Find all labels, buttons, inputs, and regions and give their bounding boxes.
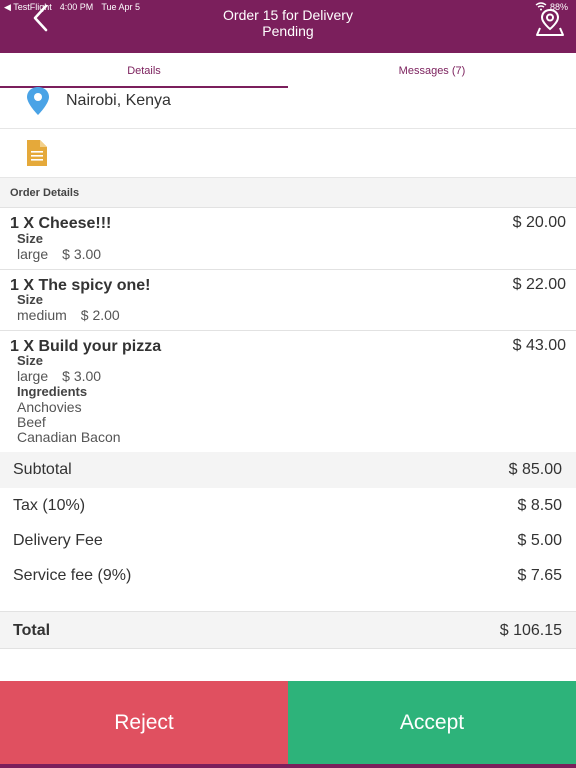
location-row[interactable]: Nairobi, Kenya (0, 87, 576, 129)
subtotal-value: $ 85.00 (508, 461, 562, 478)
service-fee-row: Service fee (9%) $ 7.65 (0, 558, 576, 594)
option-value-name: large (17, 246, 49, 262)
option-label: Size (17, 292, 44, 307)
option-value-name: large (17, 368, 49, 384)
option-value-price: $ 2.00 (80, 307, 120, 323)
order-details-header: Order Details (0, 178, 576, 208)
notes-row[interactable] (0, 129, 576, 178)
tax-label: Tax (10%) (13, 497, 86, 514)
document-icon (27, 140, 47, 166)
subtotal-label: Subtotal (13, 461, 72, 478)
total-label: Total (13, 622, 51, 639)
location-text: Nairobi, Kenya (66, 92, 171, 109)
location-pin-icon (27, 87, 49, 115)
accept-button[interactable]: Accept (288, 681, 576, 764)
title-line-2: Pending (262, 23, 314, 39)
delivery-fee-label: Delivery Fee (13, 532, 103, 549)
service-fee-label: Service fee (9%) (13, 567, 132, 584)
item-price: $ 22.00 (512, 276, 566, 293)
bottom-bar (0, 764, 576, 768)
option-value: large $ 3.00 (17, 368, 101, 384)
item-price: $ 43.00 (512, 337, 566, 354)
option-value: Beef (17, 414, 46, 430)
total-row: Total $ 106.15 (0, 611, 576, 649)
option-label: Size (17, 353, 44, 368)
order-details-heading: Order Details (10, 187, 80, 199)
option-value: Canadian Bacon (17, 429, 121, 445)
header-bar: ◀ TestFlight 4:00 PM Tue Apr 5 88% Order 1… (0, 0, 576, 53)
title-line-1: Order 15 for Delivery (223, 7, 353, 23)
map-pin-icon[interactable] (534, 6, 566, 38)
total-value: $ 106.15 (499, 622, 562, 639)
order-item: 1 X The spicy one! $ 22.00 Size medium $ … (0, 270, 576, 331)
item-price: $ 20.00 (512, 214, 566, 231)
subtotal-row: Subtotal $ 85.00 (0, 452, 576, 488)
option-label: Ingredients (17, 384, 88, 399)
option-value-price: $ 3.00 (62, 246, 102, 262)
option-value-name: medium (17, 307, 67, 323)
tab-bar: Details Messages (7) (0, 53, 576, 89)
option-value: Anchovies (17, 399, 82, 415)
option-value-price: $ 3.00 (62, 368, 102, 384)
order-item: 1 X Cheese!!! $ 20.00 Size large $ 3.00 (0, 208, 576, 270)
option-label: Size (17, 231, 44, 246)
page-title: Order 15 for Delivery Pending (0, 7, 576, 39)
tab-details[interactable]: Details (0, 53, 288, 88)
delivery-fee-row: Delivery Fee $ 5.00 (0, 523, 576, 559)
service-fee-value: $ 7.65 (517, 567, 562, 584)
tab-messages[interactable]: Messages (7) (288, 53, 576, 88)
tax-value: $ 8.50 (517, 497, 562, 514)
tax-row: Tax (10%) $ 8.50 (0, 488, 576, 524)
option-value: large $ 3.00 (17, 246, 101, 262)
order-item: 1 X Build your pizza $ 43.00 Size large $… (0, 331, 576, 452)
delivery-fee-value: $ 5.00 (517, 532, 562, 549)
reject-button[interactable]: Reject (0, 681, 288, 764)
option-value: medium $ 2.00 (17, 307, 120, 323)
